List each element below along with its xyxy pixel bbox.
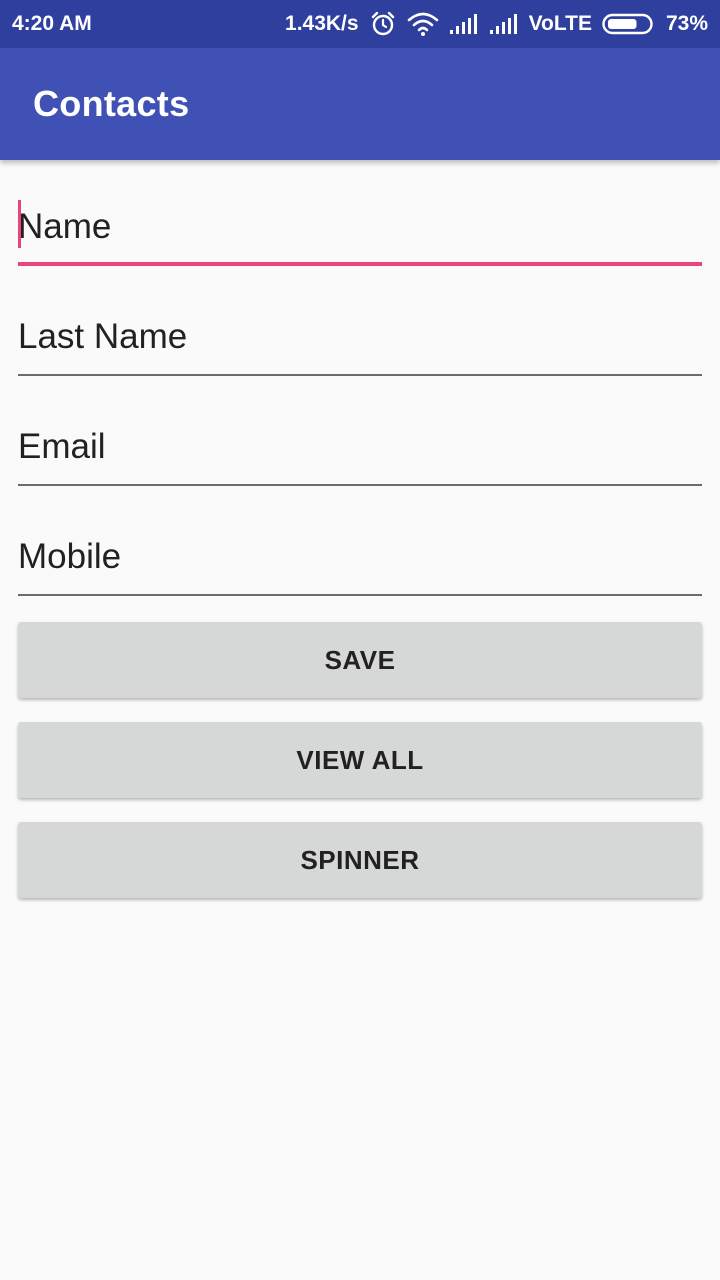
- mobile-input[interactable]: [18, 532, 702, 596]
- status-indicators: 1.43K/s VoLTE 73%: [285, 10, 708, 38]
- save-button[interactable]: SAVE: [18, 622, 702, 698]
- battery-percent: 73%: [665, 12, 708, 35]
- alarm-icon: [369, 10, 397, 38]
- wifi-icon: [407, 11, 439, 37]
- network-type: VoLTE: [528, 12, 592, 35]
- signal-icon: [489, 13, 519, 35]
- status-time: 4:20 AM: [12, 12, 92, 35]
- spinner-button[interactable]: SPINNER: [18, 822, 702, 898]
- email-field-wrapper: [18, 416, 702, 486]
- name-field-wrapper: [18, 196, 702, 266]
- network-speed: 1.43K/s: [285, 12, 359, 35]
- last-name-field-wrapper: [18, 306, 702, 376]
- last-name-input[interactable]: [18, 312, 702, 376]
- signal-icon: [449, 13, 479, 35]
- app-bar: Contacts: [0, 48, 720, 160]
- view-all-button[interactable]: VIEW ALL: [18, 722, 702, 798]
- name-input[interactable]: [18, 202, 702, 266]
- mobile-field-wrapper: [18, 526, 702, 596]
- page-title: Contacts: [33, 83, 190, 124]
- battery-icon: [602, 13, 656, 35]
- email-input[interactable]: [18, 422, 702, 486]
- status-bar: 4:20 AM 1.43K/s VoLTE 73%: [0, 0, 720, 48]
- text-cursor: [18, 200, 21, 248]
